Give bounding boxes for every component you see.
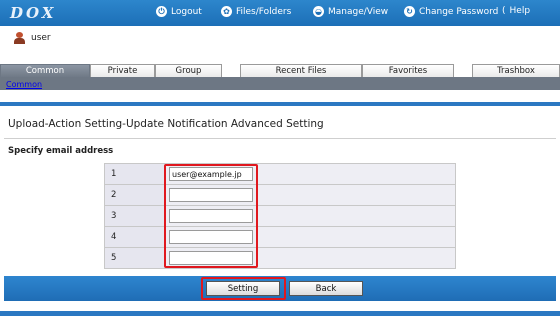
help-link[interactable]: ( Help xyxy=(502,6,530,16)
help-label: Help xyxy=(509,6,531,16)
user-info: user xyxy=(14,32,51,44)
logout-link[interactable]: ⏻ Logout xyxy=(156,6,202,17)
title-separator xyxy=(4,138,556,139)
manage-icon: ◒ xyxy=(313,6,324,17)
table-row: 5 xyxy=(104,247,456,269)
manage-view-label: Manage/View xyxy=(328,6,389,17)
section-subtitle: Specify email address xyxy=(8,146,114,156)
tab-underline xyxy=(0,77,560,90)
files-folders-label: Files/Folders xyxy=(236,6,292,17)
manage-view-link[interactable]: ◒ Manage/View xyxy=(313,6,388,17)
logout-label: Logout xyxy=(171,6,202,17)
row-index: 2 xyxy=(104,184,166,206)
tab-private[interactable]: Private xyxy=(90,64,155,78)
files-folders-link[interactable]: ✿ Files/Folders xyxy=(221,6,291,17)
tab-recent-files[interactable]: Recent Files xyxy=(240,64,362,78)
tab-favorites[interactable]: Favorites xyxy=(362,64,454,78)
page-title: Upload-Action Setting-Update Notificatio… xyxy=(8,118,324,130)
help-paren-open: ( xyxy=(502,6,506,16)
tab-bar: Common Private Group Recent Files Favori… xyxy=(0,64,560,78)
table-row: 1 xyxy=(104,163,456,185)
change-password-label: Change Password xyxy=(419,6,499,17)
table-row: 3 xyxy=(104,205,456,227)
row-index: 5 xyxy=(104,247,166,269)
folder-icon: ✿ xyxy=(221,6,232,17)
action-bar xyxy=(4,276,556,301)
footer-line xyxy=(0,311,560,316)
email-field-4[interactable] xyxy=(169,230,253,244)
setting-button[interactable]: Setting xyxy=(206,281,280,296)
user-icon xyxy=(14,32,25,44)
table-row: 2 xyxy=(104,184,456,206)
user-name: user xyxy=(31,33,51,43)
refresh-icon: ↻ xyxy=(404,6,415,17)
tab-trashbox[interactable]: Trashbox xyxy=(472,64,560,78)
email-field-5[interactable] xyxy=(169,251,253,265)
tab-common[interactable]: Common xyxy=(0,64,90,78)
breadcrumb-common[interactable]: Common xyxy=(6,80,42,89)
logout-icon: ⏻ xyxy=(156,6,167,17)
email-field-3[interactable] xyxy=(169,209,253,223)
email-field-2[interactable] xyxy=(169,188,253,202)
row-index: 4 xyxy=(104,226,166,248)
back-button[interactable]: Back xyxy=(289,281,363,296)
change-password-link[interactable]: ↻ Change Password xyxy=(404,6,498,17)
row-index: 1 xyxy=(104,163,166,185)
tab-group[interactable]: Group xyxy=(155,64,222,78)
email-table: 1 2 3 4 5 xyxy=(104,163,456,269)
app-logo: DOX xyxy=(10,4,57,22)
table-row: 4 xyxy=(104,226,456,248)
divider-blue xyxy=(0,102,560,106)
top-bar: DOX ⏻ Logout ✿ Files/Folders ◒ Manage/Vi… xyxy=(0,0,560,26)
row-index: 3 xyxy=(104,205,166,227)
email-field-1[interactable] xyxy=(169,167,253,181)
